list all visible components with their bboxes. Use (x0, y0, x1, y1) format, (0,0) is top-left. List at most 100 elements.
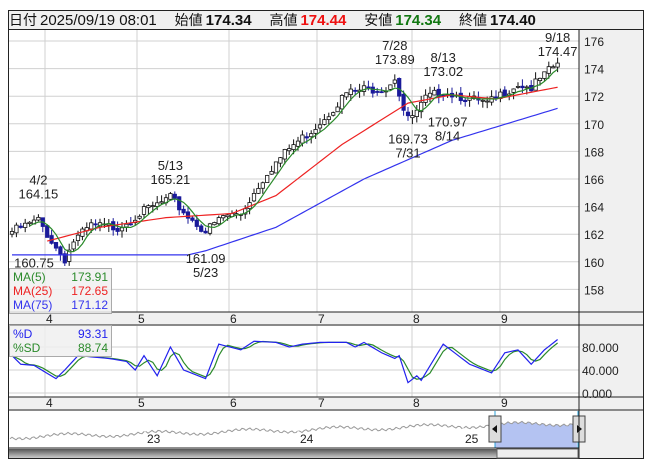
candle (414, 109, 419, 117)
candle (551, 66, 556, 69)
annotation-price: 173.02 (423, 64, 463, 79)
candle (515, 86, 521, 88)
month-label: 7 (318, 312, 325, 326)
candle (273, 161, 279, 174)
candle (427, 92, 433, 98)
candle (348, 88, 353, 95)
candle (520, 85, 525, 89)
month-label: 7 (318, 396, 325, 410)
candle (502, 89, 507, 98)
month-label: 4 (46, 396, 53, 410)
candle (401, 93, 406, 111)
candle (485, 100, 490, 103)
candle (181, 208, 186, 214)
price-tick-label: 160 (584, 256, 604, 270)
price-tick-label: 164 (584, 201, 604, 215)
candle (533, 78, 538, 91)
candle (370, 86, 375, 94)
ma-legend: MA(5) 173.91 MA(25) 172.65 MA(75) 171.12 (9, 268, 112, 314)
candle (388, 84, 393, 90)
legend-value: 173.91 (71, 270, 108, 284)
legend-label: MA(5) (13, 270, 46, 284)
month-label: 9 (501, 396, 508, 410)
candle (269, 170, 274, 175)
chart-svg[interactable]: 17617417217016816616416216015880.00040.0… (0, 0, 653, 470)
candle (221, 215, 226, 219)
candle (36, 216, 41, 221)
scrollbar-track (9, 449, 497, 458)
candle (89, 222, 94, 230)
candle (177, 196, 182, 211)
annotation-price: 164.15 (19, 187, 59, 202)
candle (375, 91, 380, 93)
annotation-price: 161.09 (186, 251, 226, 266)
candle (141, 206, 147, 215)
candle (405, 111, 411, 117)
legend-ma25: MA(25) 172.65 (13, 284, 108, 298)
legend-label: MA(25) (13, 284, 53, 298)
candle (14, 224, 19, 234)
candle (326, 116, 331, 120)
annotation-price: 169.73 (388, 132, 428, 147)
annotation-price: 174.47 (538, 44, 578, 59)
price-tick-label: 168 (584, 145, 604, 159)
candle (542, 71, 547, 79)
price-tick-label: 162 (584, 228, 604, 242)
candle (203, 230, 208, 234)
annotation-date: 8/13 (431, 50, 456, 65)
candle (295, 140, 301, 147)
candle (278, 157, 283, 164)
stochastic-tick-label: 40.000 (582, 364, 619, 378)
candle (124, 223, 129, 228)
candle (216, 217, 221, 225)
candle (199, 225, 204, 232)
candle (463, 99, 468, 103)
candle (304, 136, 309, 139)
candle (115, 227, 120, 232)
candle (366, 86, 371, 89)
price-tick-label: 158 (584, 283, 604, 297)
candle (309, 133, 314, 138)
candle (432, 89, 437, 96)
annotation-date: 5/13 (158, 158, 183, 173)
candle (392, 79, 397, 84)
month-label: 9 (501, 312, 508, 326)
price-tick-label: 176 (584, 35, 604, 49)
annotation-price: 173.89 (375, 52, 415, 67)
candle (493, 96, 499, 99)
candle (190, 217, 195, 221)
candle (379, 91, 384, 94)
legend-ma75: MA(75) 171.12 (13, 298, 108, 312)
candle (58, 246, 63, 255)
month-label: 8 (413, 396, 420, 410)
candle (555, 62, 560, 68)
legend-sd: %SD 88.74 (13, 341, 108, 355)
price-tick-label: 166 (584, 173, 604, 187)
candle (71, 241, 76, 250)
annotation-date: 4/2 (29, 173, 47, 188)
candle (410, 115, 415, 119)
candle (168, 193, 173, 200)
candle (480, 99, 485, 102)
candle (172, 193, 177, 199)
candle (185, 211, 191, 219)
candle (207, 223, 213, 234)
legend-value: 88.74 (77, 341, 108, 355)
candle (53, 242, 59, 249)
legend-label: %SD (13, 341, 41, 355)
candle (313, 129, 318, 134)
candle (287, 148, 292, 152)
year-label: 25 (465, 432, 479, 446)
legend-ma5: MA(5) 173.91 (13, 270, 108, 284)
candle (511, 88, 516, 93)
candle (137, 215, 142, 219)
scrollbar-thumb[interactable] (496, 448, 579, 459)
month-label: 8 (413, 312, 420, 326)
navigator-selection (495, 421, 577, 448)
year-label: 23 (147, 432, 161, 446)
candle (335, 106, 340, 113)
candle (128, 223, 133, 226)
month-label: 4 (46, 312, 53, 326)
stochastic-tick-label: 0.000 (582, 387, 612, 401)
candle (322, 119, 327, 125)
